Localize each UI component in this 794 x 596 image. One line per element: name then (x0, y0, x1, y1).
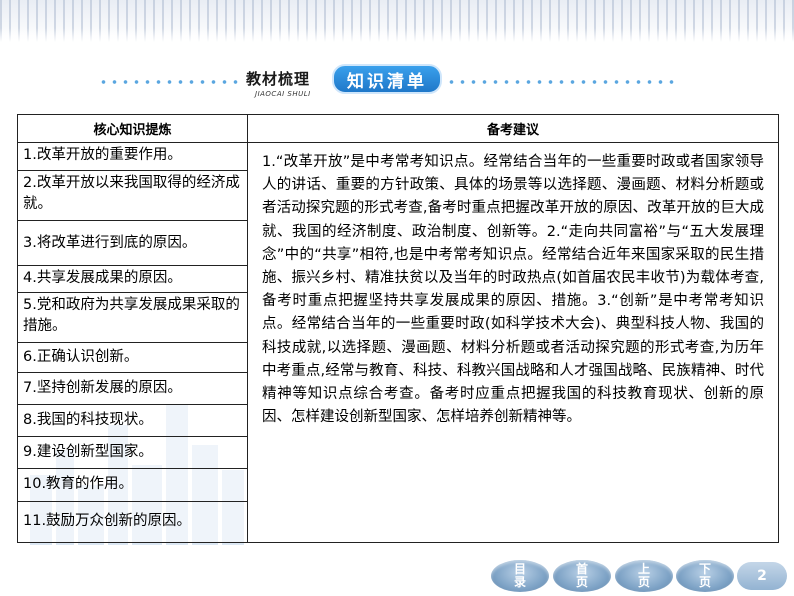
knowledge-point-10: 10.教育的作用。 (18, 469, 247, 502)
knowledge-point-3: 3.将改革进行到底的原因。 (18, 221, 247, 266)
section-badge: 知识清单 (332, 64, 442, 94)
knowledge-point-5: 5.党和政府为共享发展成果采取的措施。 (18, 293, 247, 343)
knowledge-point-9: 9.建设创新型国家。 (18, 437, 247, 469)
nav-catalog-button[interactable]: 目 录 (491, 560, 549, 592)
knowledge-table: 核心知识提炼 备考建议 1.改革开放的重要作用。 2.改革开放以来我国取得的经济… (17, 114, 779, 543)
nav-prev-button[interactable]: 上 页 (615, 560, 673, 592)
nav-next-button[interactable]: 下 页 (676, 560, 734, 592)
page-number: 2 (737, 562, 787, 590)
knowledge-point-8: 8.我国的科技现状。 (18, 405, 247, 437)
knowledge-point-1: 1.改革开放的重要作用。 (18, 143, 247, 171)
nav-home-label-2: 页 (575, 575, 588, 589)
knowledge-points-cell: 1.改革开放的重要作用。 2.改革开放以来我国取得的经济成就。 3.将改革进行到… (17, 142, 248, 543)
column-header-knowledge: 核心知识提炼 (17, 114, 248, 143)
top-stripe-decoration (0, 0, 794, 42)
knowledge-point-11: 11.鼓励万众创新的原因。 (18, 502, 247, 542)
knowledge-point-4: 4.共享发展成果的原因。 (18, 266, 247, 293)
advice-text: 1.“改革开放”是中考常考知识点。经常结合当年的一些重要时政或者国家领导人的讲话… (247, 142, 779, 543)
knowledge-point-2: 2.改革开放以来我国取得的经济成就。 (18, 171, 247, 221)
section-title: 教材梳理 (246, 70, 311, 88)
nav-catalog-label-2: 录 (513, 575, 526, 589)
knowledge-point-7: 7.坚持创新发展的原因。 (18, 373, 247, 405)
header-dots-right (446, 79, 680, 85)
nav-home-button[interactable]: 首 页 (553, 560, 611, 592)
header-dots-left (98, 79, 238, 85)
nav-prev-label-2: 页 (637, 575, 650, 589)
column-header-advice: 备考建议 (247, 114, 779, 143)
section-title-pinyin: JIAOCAI SHULI (255, 90, 311, 98)
knowledge-point-6: 6.正确认识创新。 (18, 343, 247, 373)
nav-next-label-2: 页 (698, 575, 711, 589)
